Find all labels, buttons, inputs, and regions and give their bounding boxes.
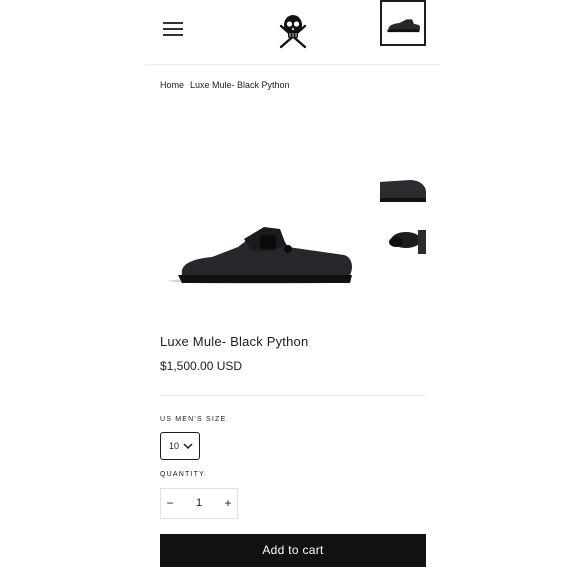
- quantity-stepper: − 1 +: [160, 488, 238, 519]
- thumbnail-sole-view[interactable]: [380, 220, 426, 266]
- breadcrumb-home-link[interactable]: Home: [160, 80, 184, 90]
- quantity-increase-button[interactable]: +: [219, 489, 237, 518]
- quantity-decrease-button[interactable]: −: [161, 489, 179, 518]
- size-selected-value: 10: [169, 441, 180, 451]
- size-label: US MEN'S SIZE: [160, 416, 227, 423]
- hamburger-menu-icon[interactable]: [163, 20, 183, 38]
- thumbnail-top-view[interactable]: [380, 168, 426, 214]
- product-page: Home Luxe Mule- Black Python Luxe Mule- B…: [145, 0, 440, 580]
- chevron-down-icon: [183, 443, 193, 450]
- quantity-label: QUANTITY: [160, 471, 205, 478]
- product-main-image[interactable]: [160, 195, 360, 295]
- size-select[interactable]: 10: [160, 432, 200, 460]
- add-to-cart-button[interactable]: Add to cart: [160, 534, 426, 567]
- thumbnail-side-view[interactable]: [380, 0, 426, 46]
- skull-logo-icon[interactable]: [276, 12, 310, 50]
- product-price: $1,500.00 USD: [160, 359, 243, 373]
- product-title: Luxe Mule- Black Python: [160, 334, 309, 349]
- breadcrumb-current: Luxe Mule- Black Python: [190, 80, 290, 90]
- divider: [160, 395, 426, 396]
- quantity-input[interactable]: 1: [179, 489, 219, 518]
- breadcrumb: Home Luxe Mule- Black Python: [160, 80, 290, 90]
